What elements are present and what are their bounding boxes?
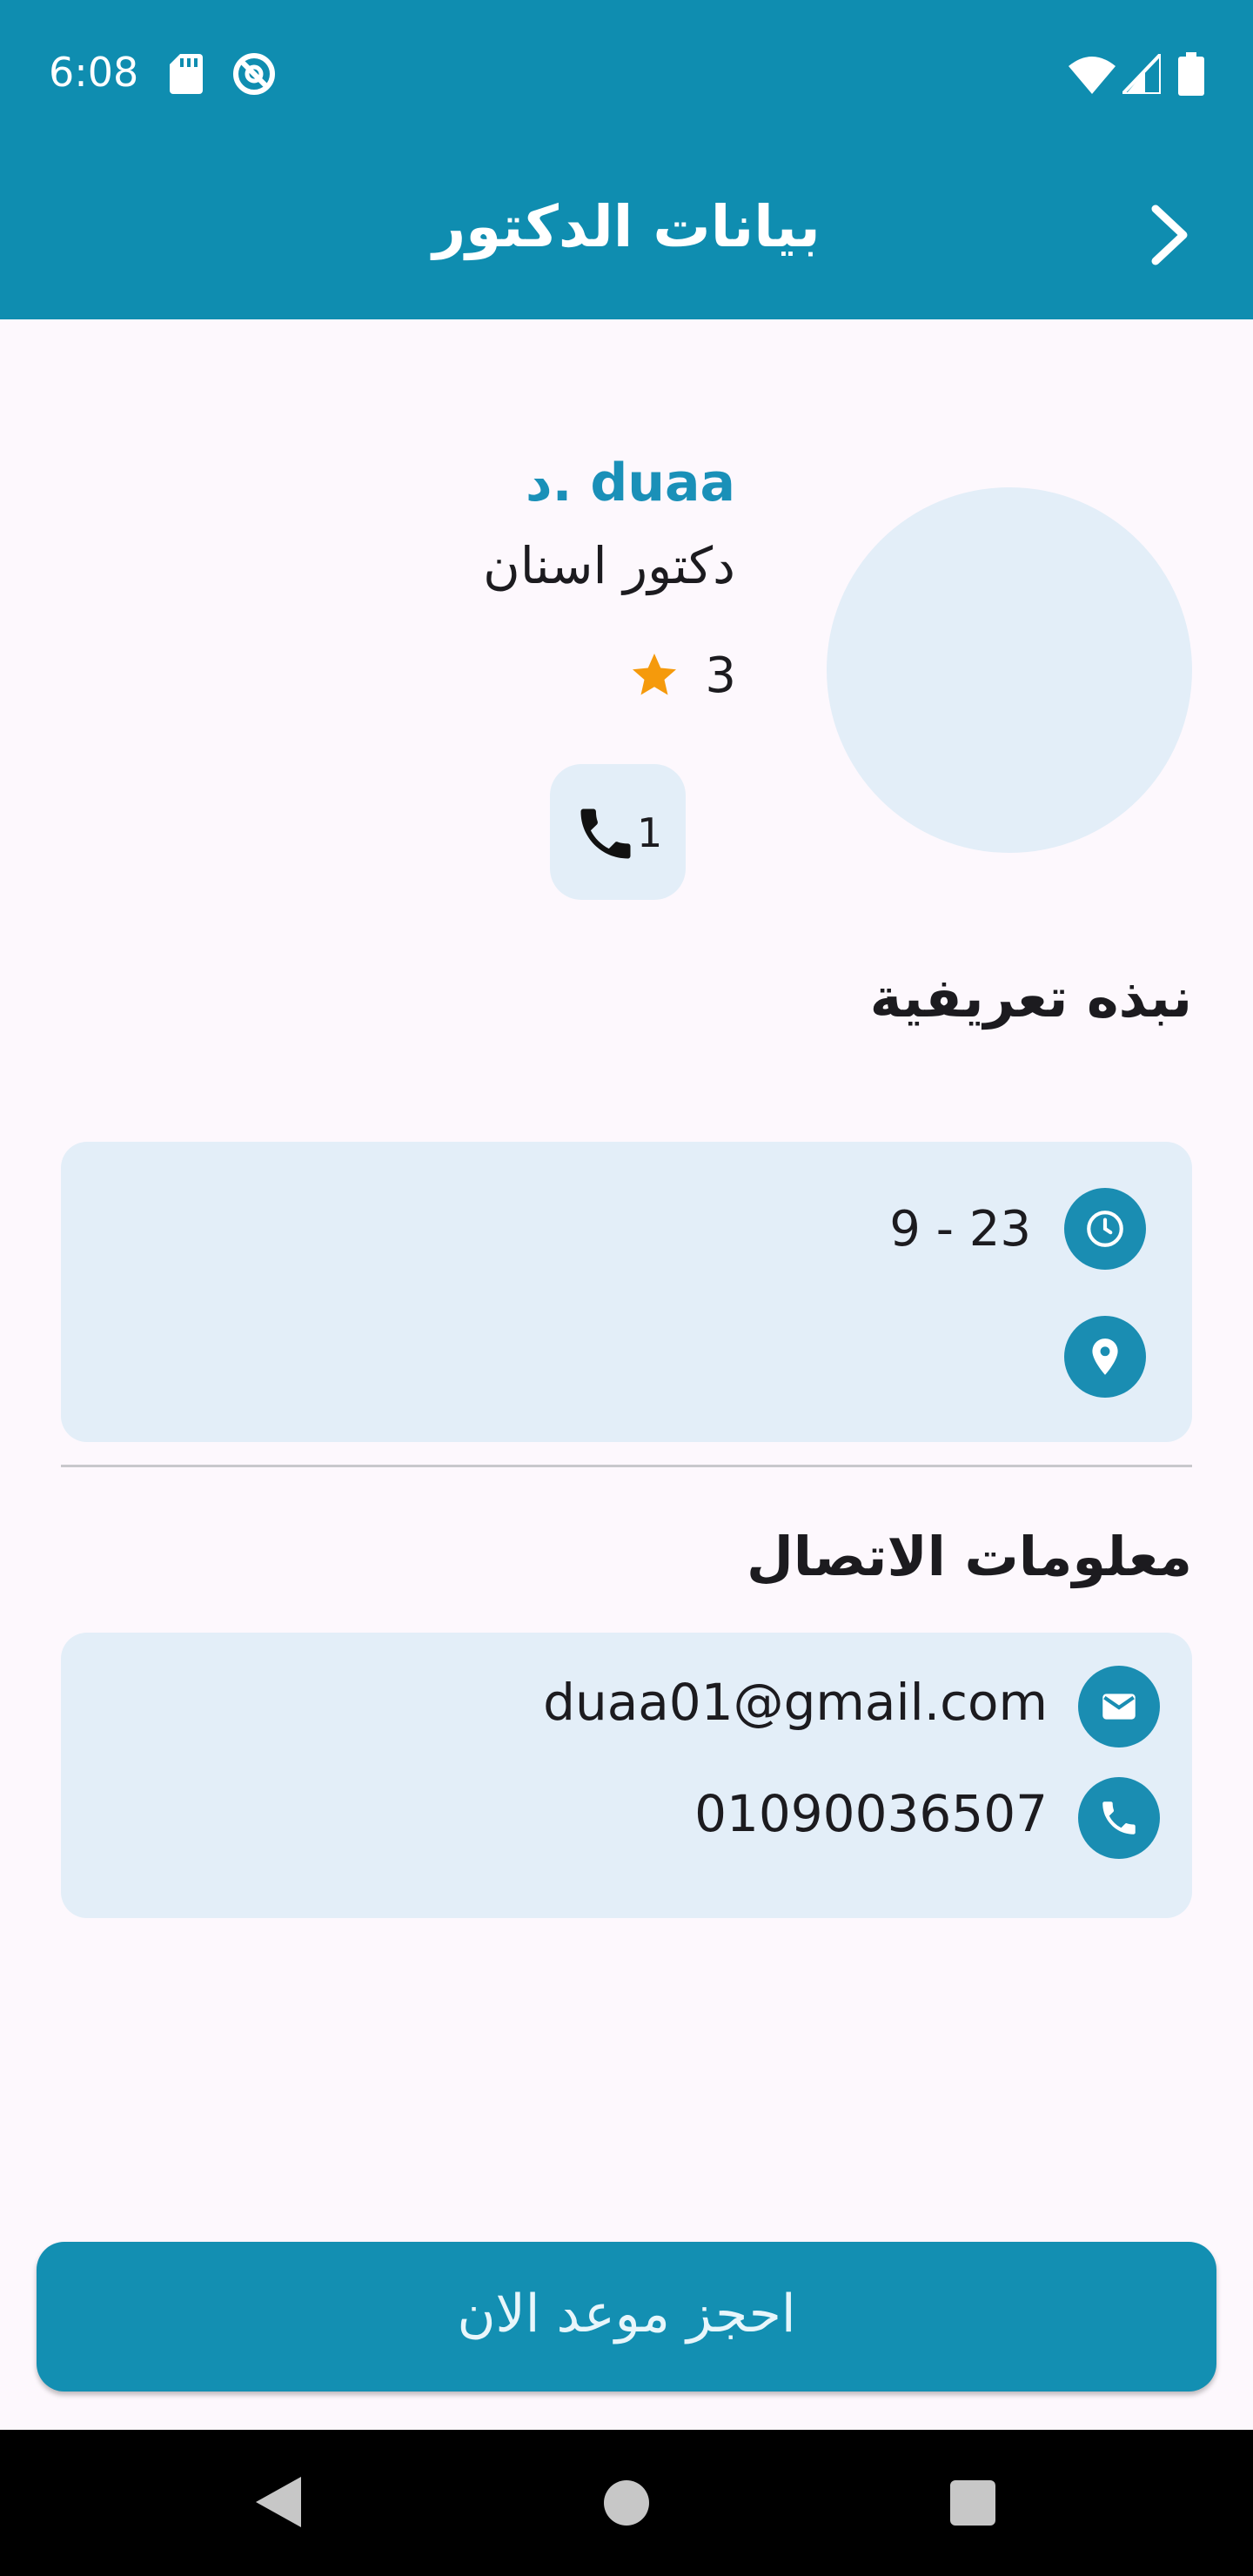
chevron-right-icon bbox=[1151, 205, 1188, 265]
page-title: بيانات الدكتور bbox=[432, 193, 821, 260]
doctor-name: د. duaa bbox=[525, 453, 735, 513]
about-section-title: نبذه تعريفية bbox=[869, 966, 1192, 1030]
contact-card: duaa01@gmail.com 01090036507 bbox=[61, 1633, 1192, 1918]
email-text[interactable]: duaa01@gmail.com bbox=[543, 1673, 1048, 1732]
call-count: 1 bbox=[637, 809, 663, 856]
contact-section-title: معلومات الاتصال bbox=[747, 1525, 1192, 1588]
book-appointment-label: احجز موعد الان bbox=[457, 2284, 796, 2345]
email-icon bbox=[1078, 1666, 1160, 1748]
phone-icon bbox=[580, 808, 631, 859]
back-button[interactable] bbox=[1131, 191, 1209, 278]
system-nav-bar bbox=[0, 2430, 1253, 2576]
nav-recents-icon[interactable] bbox=[950, 2480, 995, 2526]
clock-icon bbox=[1064, 1188, 1146, 1270]
signal-icon bbox=[1122, 54, 1161, 94]
working-hours: 9 - 23 bbox=[889, 1201, 1031, 1258]
book-appointment-button[interactable]: احجز موعد الان bbox=[37, 2242, 1216, 2392]
sync-icon bbox=[233, 53, 275, 95]
star-icon bbox=[633, 654, 676, 695]
wifi-icon bbox=[1069, 57, 1116, 94]
battery-icon bbox=[1178, 52, 1204, 96]
status-bar: 6:08 bbox=[0, 0, 1253, 148]
nav-back-icon[interactable] bbox=[252, 2473, 305, 2531]
nav-home-icon[interactable] bbox=[604, 2480, 649, 2526]
doctor-specialty: دكتور اسنان bbox=[483, 536, 735, 595]
rating-value: 3 bbox=[705, 647, 736, 704]
status-time: 6:08 bbox=[49, 49, 139, 96]
info-card: 9 - 23 bbox=[61, 1142, 1192, 1442]
divider bbox=[61, 1465, 1192, 1467]
sd-card-icon bbox=[170, 54, 203, 94]
phone-icon bbox=[1078, 1777, 1160, 1859]
call-count-button[interactable]: 1 bbox=[550, 764, 686, 900]
location-pin-icon bbox=[1064, 1316, 1146, 1398]
doctor-avatar bbox=[827, 487, 1192, 853]
phone-text[interactable]: 01090036507 bbox=[694, 1784, 1048, 1843]
